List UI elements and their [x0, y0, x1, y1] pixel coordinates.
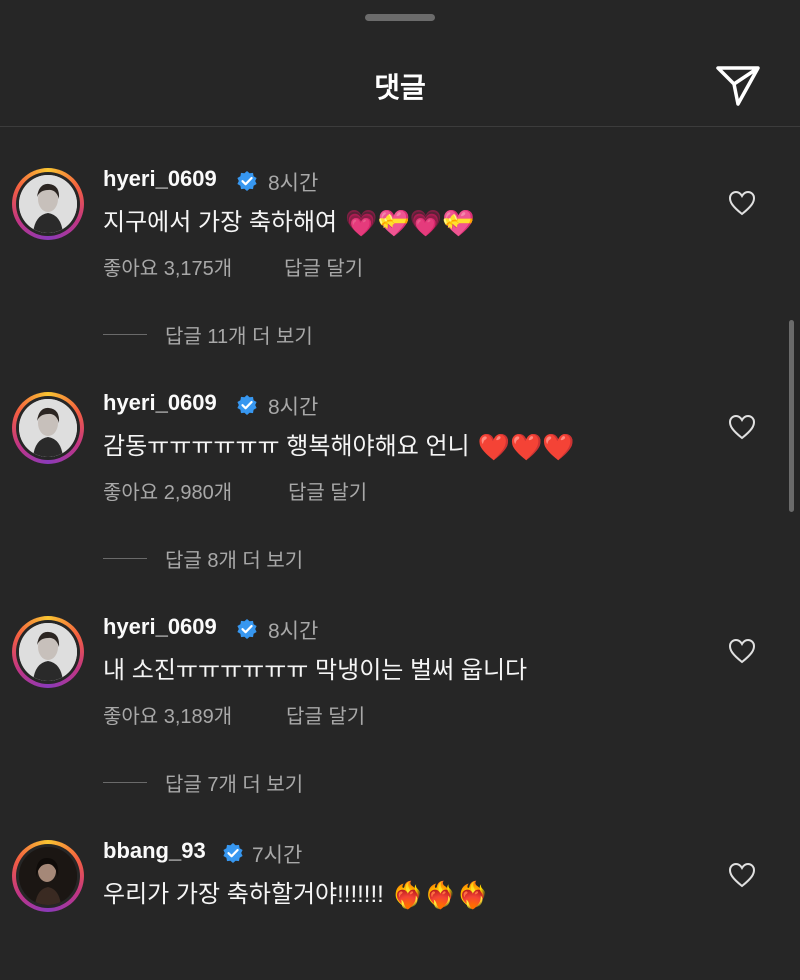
comment-time: 8시간 — [268, 172, 319, 195]
comment-body: 내 소진ㅠㅠㅠㅠㅠㅠ 막냉이는 벌써 웁니다 — [103, 657, 528, 684]
comment-item: hyeri_0609 8시간 지구에서 가장 축하해여 💗💝💗💝 좋아요 3,17… — [0, 166, 800, 308]
sheet-grabber[interactable] — [365, 14, 435, 21]
like-count[interactable]: 좋아요 3,189개 — [103, 700, 232, 729]
paper-plane-icon — [716, 66, 760, 106]
heart-icon[interactable] — [728, 862, 756, 888]
share-button[interactable] — [712, 58, 764, 108]
view-replies-label[interactable]: 답글 7개 더 보기 — [165, 768, 303, 797]
comment-time: 8시간 — [268, 396, 319, 419]
emoji: ❤️‍🔥❤️‍🔥❤️‍🔥 — [391, 880, 489, 910]
emoji: 💗💝💗💝 — [345, 208, 475, 238]
view-more-replies[interactable]: 답글 8개 더 보기 — [103, 544, 503, 574]
comment-body: 감동ㅠㅠㅠㅠㅠㅠ 행복해야해요 언니 — [103, 433, 470, 460]
username[interactable]: hyeri_0609 — [103, 390, 217, 416]
header-divider — [0, 126, 800, 127]
like-count[interactable]: 좋아요 3,175개 — [103, 252, 232, 281]
comment-text: 감동ㅠㅠㅠㅠㅠㅠ 행복해야해요 언니 ❤️❤️❤️ — [103, 426, 575, 463]
view-replies-label[interactable]: 답글 11개 더 보기 — [165, 320, 313, 349]
bottom-edge — [0, 927, 800, 939]
heart-icon[interactable] — [728, 190, 756, 216]
verified-badge-icon — [236, 618, 258, 640]
username[interactable]: hyeri_0609 — [103, 166, 217, 192]
comment-item: hyeri_0609 8시간 내 소진ㅠㅠㅠㅠㅠㅠ 막냉이는 벌써 웁니다 좋아… — [0, 614, 800, 756]
verified-badge-icon — [222, 842, 244, 864]
comments-header: 댓글 — [0, 40, 800, 126]
reply-button[interactable]: 답글 달기 — [284, 252, 363, 281]
comment-item: bbang_93 7시간 우리가 가장 축하할거야!!!!!!! ❤️‍🔥❤️‍🔥… — [0, 838, 800, 980]
like-count[interactable]: 좋아요 2,980개 — [103, 476, 232, 505]
comment-item: hyeri_0609 8시간 감동ㅠㅠㅠㅠㅠㅠ 행복해야해요 언니 ❤️❤️❤️ … — [0, 390, 800, 532]
page-title: 댓글 — [374, 72, 426, 103]
heart-icon[interactable] — [728, 414, 756, 440]
replies-line — [103, 782, 147, 783]
avatar[interactable] — [12, 168, 84, 240]
username[interactable]: hyeri_0609 — [103, 614, 217, 640]
heart-icon[interactable] — [728, 638, 756, 664]
view-more-replies[interactable]: 답글 11개 더 보기 — [103, 320, 503, 350]
avatar[interactable] — [12, 392, 84, 464]
avatar[interactable] — [12, 840, 84, 912]
scrollbar[interactable] — [789, 320, 794, 512]
view-more-replies[interactable]: 답글 7개 더 보기 — [103, 768, 503, 798]
comment-text: 지구에서 가장 축하해여 💗💝💗💝 — [103, 202, 475, 239]
avatar[interactable] — [12, 616, 84, 688]
replies-line — [103, 334, 147, 335]
comment-body: 우리가 가장 축하할거야!!!!!!! — [103, 881, 384, 908]
replies-line — [103, 558, 147, 559]
reply-button[interactable]: 답글 달기 — [286, 700, 365, 729]
comment-body: 지구에서 가장 축하해여 — [103, 209, 338, 236]
reply-button[interactable]: 답글 달기 — [288, 476, 367, 505]
verified-badge-icon — [236, 394, 258, 416]
comment-time: 7시간 — [252, 844, 303, 867]
comment-text: 우리가 가장 축하할거야!!!!!!! ❤️‍🔥❤️‍🔥❤️‍🔥 — [103, 874, 489, 911]
comment-time: 8시간 — [268, 620, 319, 643]
verified-badge-icon — [236, 170, 258, 192]
username[interactable]: bbang_93 — [103, 838, 206, 864]
emoji: ❤️❤️❤️ — [477, 432, 575, 462]
comment-text: 내 소진ㅠㅠㅠㅠㅠㅠ 막냉이는 벌써 웁니다 — [103, 650, 527, 685]
view-replies-label[interactable]: 답글 8개 더 보기 — [165, 544, 303, 573]
